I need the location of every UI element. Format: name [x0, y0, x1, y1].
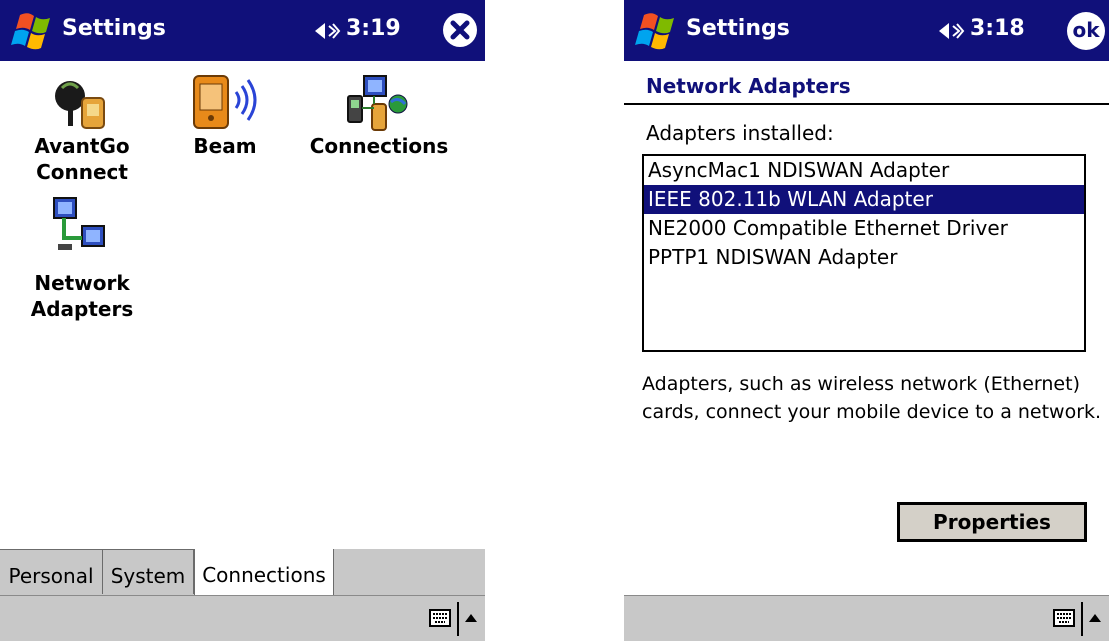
clock[interactable]: 3:19: [346, 16, 401, 41]
beam-item[interactable]: [190, 72, 264, 136]
keyboard-icon[interactable]: [1053, 609, 1075, 627]
tab-strip: Personal System Connections: [0, 549, 485, 596]
beam-label: Beam: [193, 134, 257, 158]
description-text: Adapters, such as wireless network (Ethe…: [642, 373, 1102, 423]
connections-item[interactable]: [346, 74, 410, 136]
list-item-selected[interactable]: IEEE 802.11b WLAN Adapter: [644, 185, 1084, 214]
properties-button[interactable]: Properties: [897, 502, 1087, 542]
page-title: Network Adapters: [646, 74, 851, 98]
title-bar: Settings 3:18 ok: [624, 0, 1109, 61]
tab-system[interactable]: System: [103, 549, 194, 594]
command-bar-separator: [457, 602, 459, 636]
tab-personal[interactable]: Personal: [0, 549, 103, 594]
avantgo-connect-item[interactable]: [52, 74, 110, 136]
avantgo-icon: [55, 81, 105, 129]
up-arrow-icon[interactable]: [465, 614, 477, 622]
title-text: Settings: [62, 16, 166, 41]
tab-connections[interactable]: Connections: [194, 549, 334, 596]
title-text: Settings: [686, 16, 790, 41]
header-divider: [624, 103, 1109, 105]
network-adapters-screen: Settings 3:18 ok Network Adapters Adapte…: [624, 0, 1109, 641]
network-adapters-label: Network Adapters: [30, 271, 134, 321]
adapters-list-label: Adapters installed:: [646, 121, 834, 145]
list-item[interactable]: NE2000 Compatible Ethernet Driver: [644, 214, 1084, 243]
clock[interactable]: 3:18: [970, 16, 1025, 41]
settings-connections-screen: Settings 3:19 AvantGo Connect Beam Conne…: [0, 0, 485, 641]
list-item[interactable]: AsyncMac1 NDISWAN Adapter: [644, 156, 1084, 185]
network-adapters-item[interactable]: [52, 196, 112, 260]
speaker-icon[interactable]: [313, 20, 341, 42]
close-icon: [450, 20, 470, 40]
avantgo-connect-label: AvantGo Connect: [34, 134, 130, 184]
close-button[interactable]: [443, 13, 477, 47]
speaker-icon[interactable]: [937, 20, 965, 42]
keyboard-icon[interactable]: [429, 609, 451, 627]
connections-icon: [347, 75, 408, 131]
beam-icon: [193, 75, 257, 129]
windows-start-icon[interactable]: [6, 11, 54, 51]
network-adapters-icon: [53, 197, 105, 250]
connections-label: Connections: [309, 134, 449, 158]
command-bar-separator: [1081, 602, 1083, 636]
list-item[interactable]: PPTP1 NDISWAN Adapter: [644, 243, 1084, 272]
command-bar: [624, 595, 1109, 641]
ok-button[interactable]: ok: [1067, 12, 1105, 50]
windows-start-icon[interactable]: [630, 11, 678, 51]
adapters-listbox[interactable]: AsyncMac1 NDISWAN Adapter IEEE 802.11b W…: [642, 154, 1086, 352]
up-arrow-icon[interactable]: [1089, 614, 1101, 622]
command-bar: [0, 595, 485, 641]
title-bar: Settings 3:19: [0, 0, 485, 61]
